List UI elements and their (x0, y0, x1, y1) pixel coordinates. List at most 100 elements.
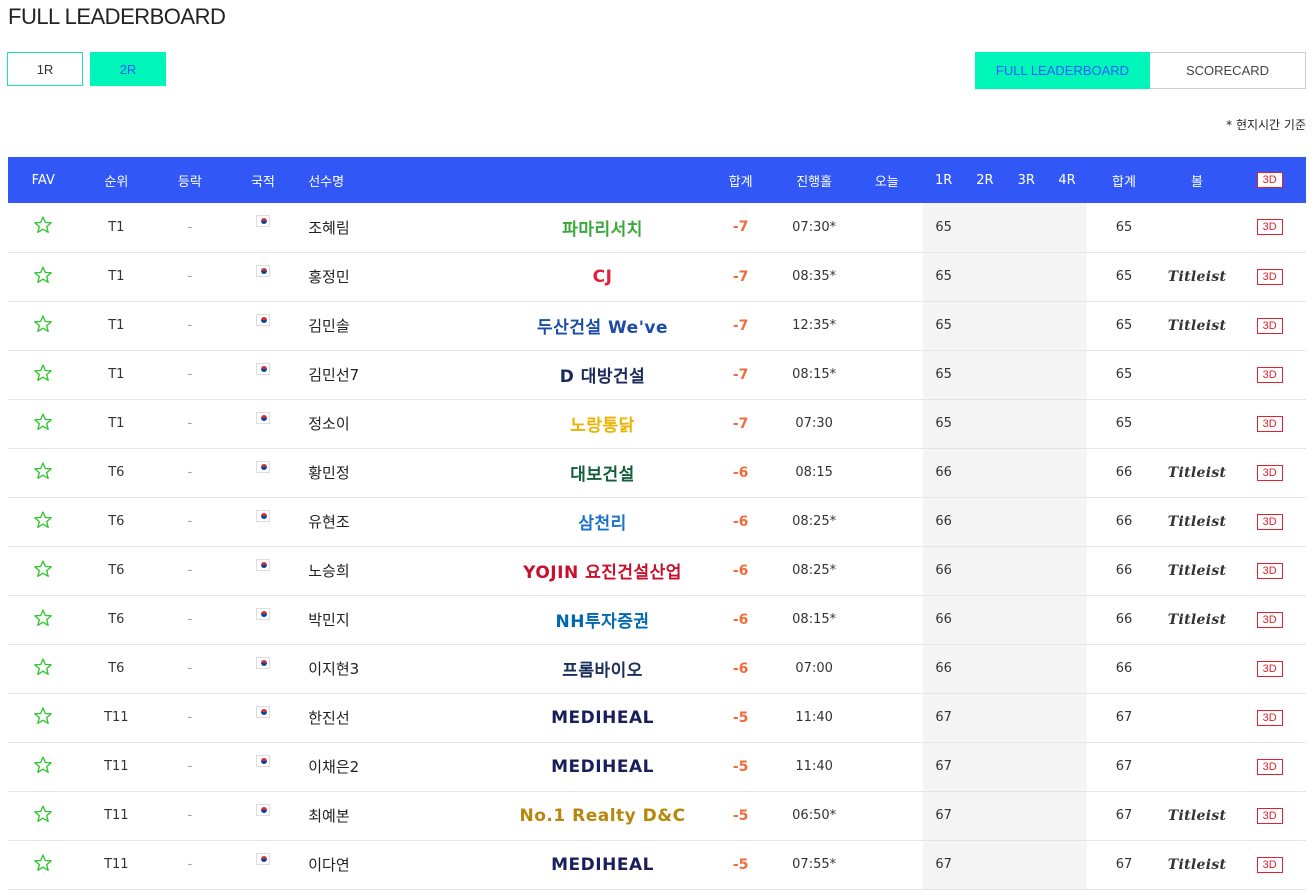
fav-cell[interactable] (8, 252, 79, 301)
r3-cell (1005, 791, 1047, 840)
view-3d-button[interactable]: 3D (1256, 709, 1283, 726)
view-3d-button[interactable]: 3D (1256, 513, 1283, 530)
fav-cell[interactable] (8, 497, 79, 546)
star-icon[interactable] (33, 559, 53, 583)
sponsor-logo: 두산건설 We've (537, 318, 669, 338)
move-cell: - (187, 857, 193, 872)
scorecard-tab[interactable]: SCORECARD (1150, 52, 1306, 89)
fav-cell[interactable] (8, 742, 79, 791)
round-tab-1r[interactable]: 1R (7, 52, 83, 86)
view3d-cell[interactable]: 3D (1233, 350, 1306, 399)
view-3d-button[interactable]: 3D (1256, 415, 1283, 432)
star-icon[interactable] (33, 265, 53, 289)
star-icon[interactable] (33, 853, 53, 877)
star-icon[interactable] (33, 363, 53, 387)
korea-flag-icon (255, 754, 270, 767)
view-3d-button[interactable]: 3D (1256, 268, 1283, 285)
full-leaderboard-tab[interactable]: FULL LEADERBOARD (975, 52, 1150, 89)
nation-cell (226, 301, 301, 350)
view3d-cell[interactable]: 3D (1233, 791, 1306, 840)
fav-cell[interactable] (8, 399, 79, 448)
view3d-cell[interactable]: 3D (1233, 203, 1306, 252)
star-icon[interactable] (33, 216, 53, 239)
player-name[interactable]: 김민솔 (300, 301, 502, 350)
view3d-cell[interactable]: 3D (1233, 399, 1306, 448)
view-3d-button[interactable]: 3D (1256, 660, 1283, 677)
player-name[interactable]: 이지현3 (300, 644, 502, 693)
view-3d-button[interactable]: 3D (1256, 464, 1283, 481)
korea-flag-icon (255, 509, 270, 522)
star-icon[interactable] (33, 510, 53, 534)
r4-cell (1046, 252, 1088, 301)
r3-cell (1005, 301, 1047, 350)
star-icon[interactable] (33, 608, 53, 632)
fav-cell[interactable] (8, 595, 79, 644)
player-name[interactable]: 이다연 (300, 840, 502, 889)
player-name[interactable]: 한진선 (300, 693, 502, 742)
view-3d-button[interactable]: 3D (1256, 317, 1283, 334)
view3d-cell[interactable]: 3D (1233, 644, 1306, 693)
view3d-cell[interactable]: 3D (1233, 742, 1306, 791)
move-cell: - (187, 219, 193, 235)
r1-cell: 65 (922, 252, 965, 301)
view3d-cell[interactable]: 3D (1233, 546, 1306, 595)
player-name[interactable]: 정소이 (300, 399, 502, 448)
star-icon[interactable] (33, 804, 53, 828)
player-name[interactable]: 노승희 (300, 546, 502, 595)
fav-cell[interactable] (8, 448, 79, 497)
fav-cell[interactable] (8, 301, 79, 350)
round-tab-2r[interactable]: 2R (90, 52, 166, 86)
today-cell (850, 644, 923, 693)
r4-cell (1046, 595, 1088, 644)
view-3d-button[interactable]: 3D (1256, 219, 1283, 236)
star-icon[interactable] (33, 461, 53, 485)
view-3d-button[interactable]: 3D (1256, 758, 1283, 775)
player-name[interactable]: 김민선7 (300, 350, 502, 399)
fav-cell[interactable] (8, 644, 79, 693)
view3d-cell[interactable]: 3D (1233, 497, 1306, 546)
sponsor-logo: CJ (592, 266, 613, 287)
col-r1: 1R (934, 172, 953, 188)
sum-cell: 66 (1115, 465, 1133, 480)
star-icon[interactable] (33, 706, 53, 730)
star-icon[interactable] (33, 412, 53, 436)
fav-cell[interactable] (8, 840, 79, 889)
ball-brand-logo: Titleist (1167, 268, 1227, 285)
star-icon[interactable] (33, 314, 53, 338)
r4-cell (1046, 840, 1088, 889)
view3d-cell[interactable]: 3D (1233, 252, 1306, 301)
view-3d-button[interactable]: 3D (1256, 807, 1283, 824)
fav-cell[interactable] (8, 203, 79, 252)
player-name[interactable]: 박민지 (300, 595, 502, 644)
view-3d-button[interactable]: 3D (1256, 611, 1283, 628)
player-name[interactable]: 조혜림 (300, 203, 502, 252)
player-name[interactable]: 홍정민 (300, 252, 502, 301)
fav-cell[interactable] (8, 546, 79, 595)
ball-cell (1161, 742, 1234, 791)
view-3d-button[interactable]: 3D (1256, 366, 1283, 383)
player-name[interactable]: 황민정 (300, 448, 502, 497)
star-icon[interactable] (33, 755, 53, 779)
view3d-cell[interactable]: 3D (1233, 595, 1306, 644)
thru-cell: 07:55* (792, 857, 837, 872)
view-3d-button[interactable]: 3D (1256, 562, 1283, 579)
star-icon[interactable] (33, 657, 53, 681)
nation-cell (226, 448, 301, 497)
r3-cell (1005, 350, 1047, 399)
nation-cell (226, 203, 301, 252)
player-name[interactable]: 최예본 (300, 791, 502, 840)
view3d-cell[interactable]: 3D (1233, 301, 1306, 350)
view-3d-button[interactable]: 3D (1256, 856, 1283, 873)
view3d-cell[interactable]: 3D (1233, 840, 1306, 889)
view3d-cell[interactable]: 3D (1233, 693, 1306, 742)
move-cell: - (187, 759, 193, 774)
fav-cell[interactable] (8, 791, 79, 840)
r1-cell: 65 (922, 301, 965, 350)
view3d-cell[interactable]: 3D (1233, 448, 1306, 497)
fav-cell[interactable] (8, 693, 79, 742)
ball-brand-logo: Titleist (1167, 856, 1227, 873)
total-cell: -6 (732, 611, 749, 628)
fav-cell[interactable] (8, 350, 79, 399)
player-name[interactable]: 이채은2 (300, 742, 502, 791)
player-name[interactable]: 유현조 (300, 497, 502, 546)
